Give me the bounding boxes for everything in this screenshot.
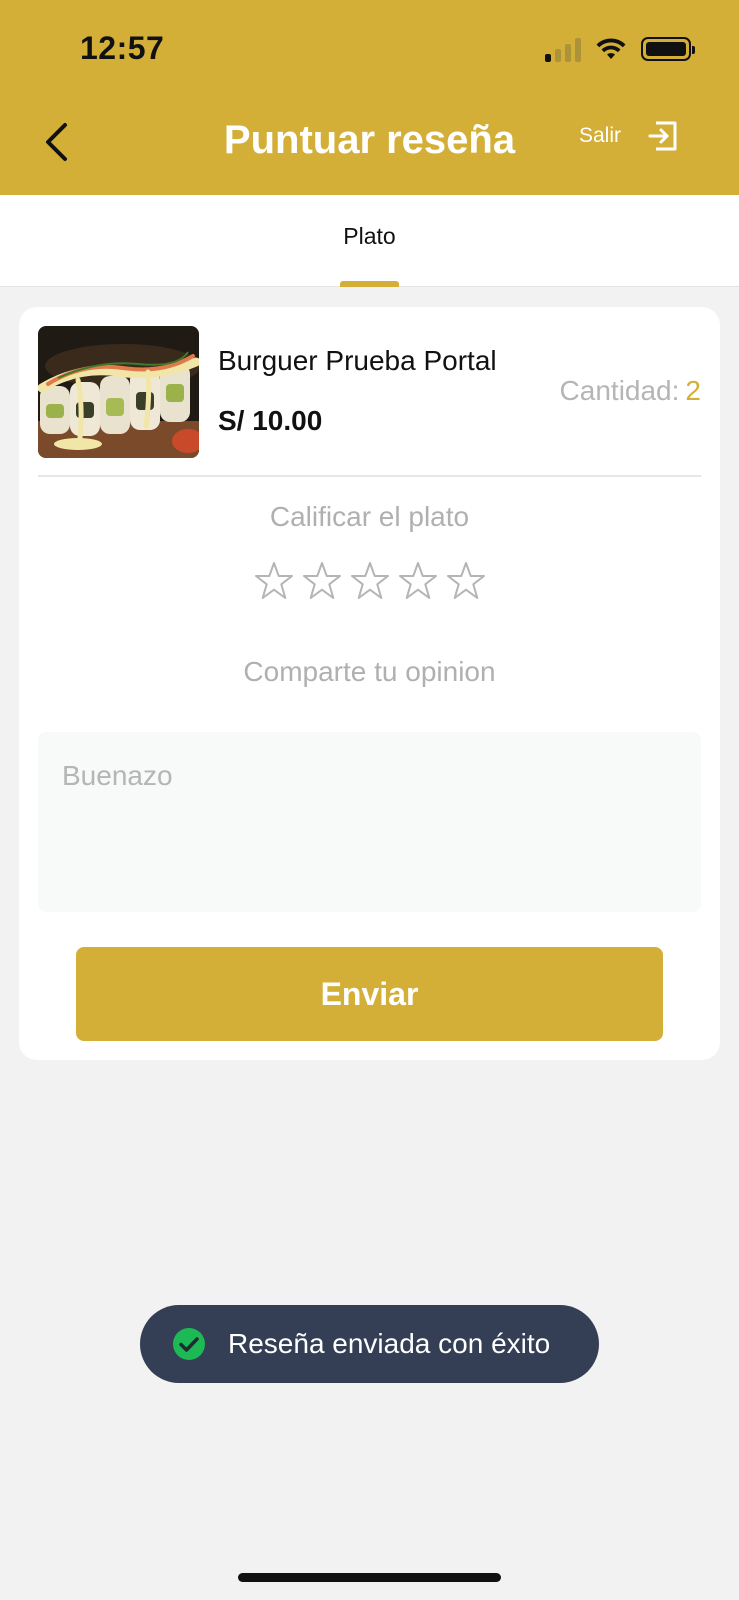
wifi-icon bbox=[596, 38, 626, 59]
logout-label: Salir bbox=[578, 124, 621, 147]
rating-label: Calificar el plato bbox=[269, 501, 470, 532]
quantity-label: Cantidad: bbox=[559, 375, 680, 406]
tab-bar: Plato bbox=[0, 195, 739, 287]
dish-name: Burguer Prueba Portal bbox=[218, 345, 497, 376]
submit-button[interactable]: Enviar bbox=[76, 947, 663, 1041]
star-icon-4[interactable] bbox=[398, 561, 438, 601]
status-time: 12:57 bbox=[80, 30, 165, 66]
status-icons bbox=[545, 34, 695, 64]
quantity-value: 2 bbox=[685, 375, 701, 406]
cellular-signal-icon bbox=[545, 36, 581, 62]
quantity: Cantidad: 2 bbox=[560, 375, 701, 407]
star-rating bbox=[19, 561, 720, 601]
star-icon-5[interactable] bbox=[446, 561, 486, 601]
dish-price: S/ 10.00 bbox=[218, 405, 323, 436]
star-icon-2[interactable] bbox=[302, 561, 342, 601]
star-icon-3[interactable] bbox=[350, 561, 390, 601]
divider bbox=[38, 475, 701, 477]
opinion-label: Comparte tu opinion bbox=[243, 656, 496, 687]
success-toast: Reseña enviada con éxito bbox=[140, 1305, 599, 1383]
check-circle-icon bbox=[173, 1328, 205, 1360]
star-icon-1[interactable] bbox=[254, 561, 294, 601]
battery-icon bbox=[641, 37, 695, 61]
toast-message: Reseña enviada con éxito bbox=[228, 1328, 551, 1359]
logout-icon bbox=[648, 121, 677, 151]
review-card: Burguer Prueba Portal S/ 10.00 Cantidad:… bbox=[19, 307, 720, 1060]
dish-image bbox=[38, 326, 199, 458]
opinion-input[interactable] bbox=[38, 732, 701, 912]
tab-plato[interactable]: Plato bbox=[0, 223, 739, 250]
app-header: 12:57 Puntuar reseña Salir bbox=[0, 0, 739, 195]
active-tab-indicator bbox=[340, 281, 399, 287]
home-indicator[interactable] bbox=[238, 1573, 501, 1582]
logout-button[interactable]: Salir bbox=[579, 120, 679, 152]
